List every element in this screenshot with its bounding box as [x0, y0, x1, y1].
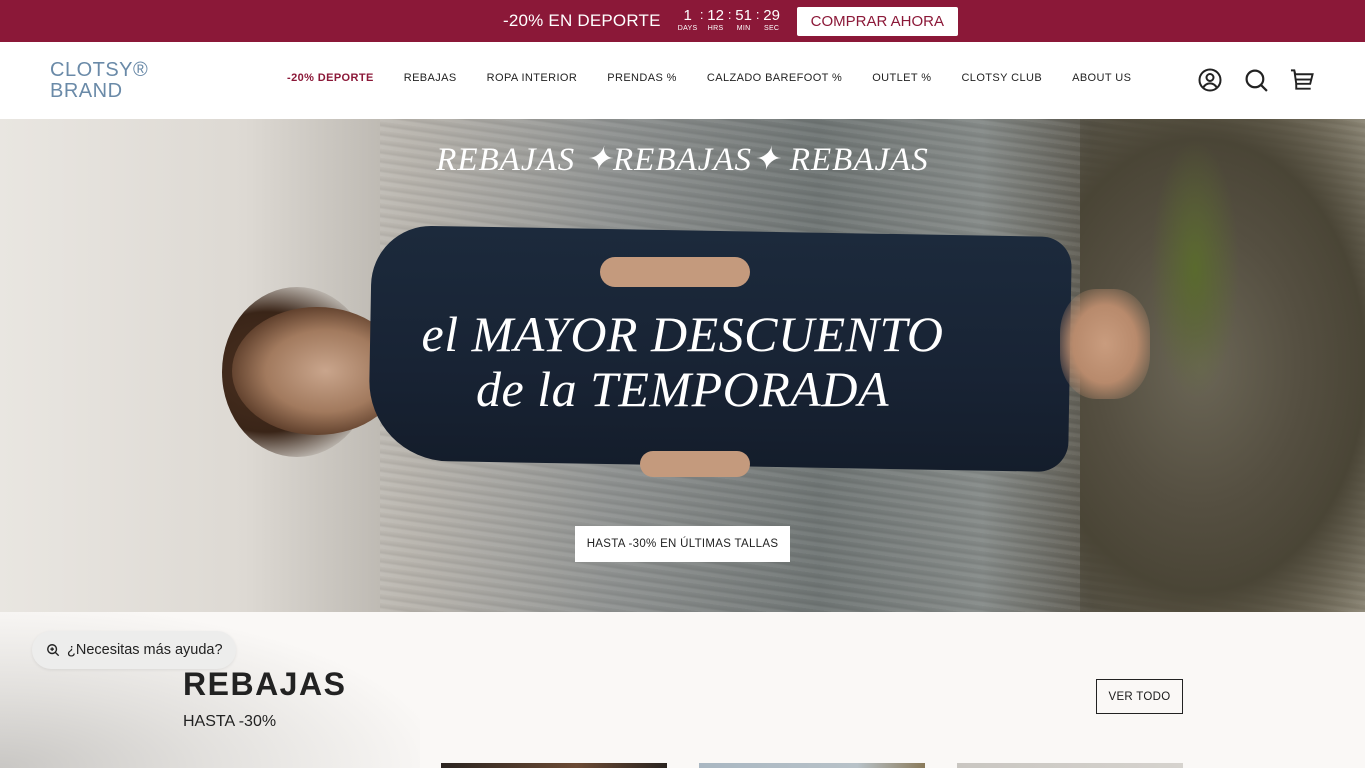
- countdown-days-label: DAYS: [677, 25, 698, 32]
- hero-model-arm: [640, 451, 750, 477]
- hero-model-arm: [600, 257, 750, 287]
- rebajas-section: ¿Necesitas más ayuda? REBAJAS HASTA -30%…: [0, 612, 1365, 768]
- search-chat-icon: [46, 643, 60, 657]
- brand-logo[interactable]: CLOTSY® BRAND: [50, 60, 148, 102]
- nav-item-clotsy-club[interactable]: CLOTSY CLUB: [961, 72, 1042, 84]
- cart-icon[interactable]: [1289, 67, 1315, 93]
- countdown-hours-value: 12: [707, 7, 724, 24]
- countdown-seconds-label: SEC: [763, 25, 780, 32]
- countdown-days-value: 1: [683, 7, 692, 24]
- logo-line-1: CLOTSY®: [50, 59, 149, 81]
- hero-headline-line-1: el MAYOR DESCUENTO: [421, 306, 944, 362]
- account-icon[interactable]: [1197, 67, 1223, 93]
- countdown-hours: 12 HRS: [705, 8, 727, 34]
- announcement-bar: -20% EN DEPORTE 1 DAYS : 12 HRS : 51 MIN…: [0, 0, 1365, 42]
- countdown-seconds: 29 SEC: [761, 8, 783, 34]
- site-header: CLOTSY® BRAND -20% DEPORTE REBAJAS ROPA …: [0, 42, 1365, 119]
- countdown-timer: 1 DAYS : 12 HRS : 51 MIN : 29 SEC: [677, 8, 783, 34]
- hero-headline: el MAYOR DESCUENTO de la TEMPORADA: [0, 307, 1365, 417]
- product-card[interactable]: [441, 763, 667, 768]
- nav-item-deporte[interactable]: -20% DEPORTE: [287, 72, 374, 84]
- help-chat-text: ¿Necesitas más ayuda?: [67, 642, 223, 658]
- countdown-minutes-label: MIN: [736, 25, 751, 32]
- hero-top-text: REBAJAS ✦REBAJAS✦ REBAJAS: [436, 142, 929, 178]
- nav-item-prendas[interactable]: PRENDAS %: [607, 72, 677, 84]
- logo-line-2: BRAND: [50, 80, 123, 102]
- countdown-minutes-value: 51: [735, 7, 752, 24]
- nav-item-rebajas[interactable]: REBAJAS: [404, 72, 457, 84]
- view-all-button[interactable]: VER TODO: [1096, 679, 1183, 714]
- buy-now-button[interactable]: COMPRAR AHORA: [796, 6, 958, 36]
- countdown-seconds-value: 29: [763, 7, 780, 24]
- hero-headline-line-2: de la TEMPORADA: [476, 361, 889, 417]
- countdown-hours-label: HRS: [707, 25, 724, 32]
- nav-item-about-us[interactable]: ABOUT US: [1072, 72, 1131, 84]
- nav-item-outlet[interactable]: OUTLET %: [872, 72, 931, 84]
- main-nav: -20% DEPORTE REBAJAS ROPA INTERIOR PREND…: [287, 72, 1161, 84]
- header-icons: [1177, 67, 1315, 93]
- announcement-text: -20% EN DEPORTE: [503, 11, 661, 30]
- nav-item-ropa-interior[interactable]: ROPA INTERIOR: [487, 72, 578, 84]
- section-subtitle: HASTA -30%: [183, 713, 277, 730]
- help-chat-widget[interactable]: ¿Necesitas más ayuda?: [32, 631, 236, 669]
- product-card[interactable]: [699, 763, 925, 768]
- nav-item-calzado-barefoot[interactable]: CALZADO BAREFOOT %: [707, 72, 842, 84]
- product-card[interactable]: [957, 763, 1183, 768]
- search-icon[interactable]: [1243, 67, 1269, 93]
- countdown-minutes: 51 MIN: [733, 8, 755, 34]
- hero-banner[interactable]: REBAJAS ✦REBAJAS✦ REBAJAS el MAYOR DESCU…: [0, 119, 1365, 612]
- section-title: REBAJAS: [183, 666, 347, 702]
- hero-cta-button[interactable]: HASTA -30% EN ÚLTIMAS TALLAS: [575, 526, 790, 562]
- countdown-days: 1 DAYS: [677, 8, 699, 34]
